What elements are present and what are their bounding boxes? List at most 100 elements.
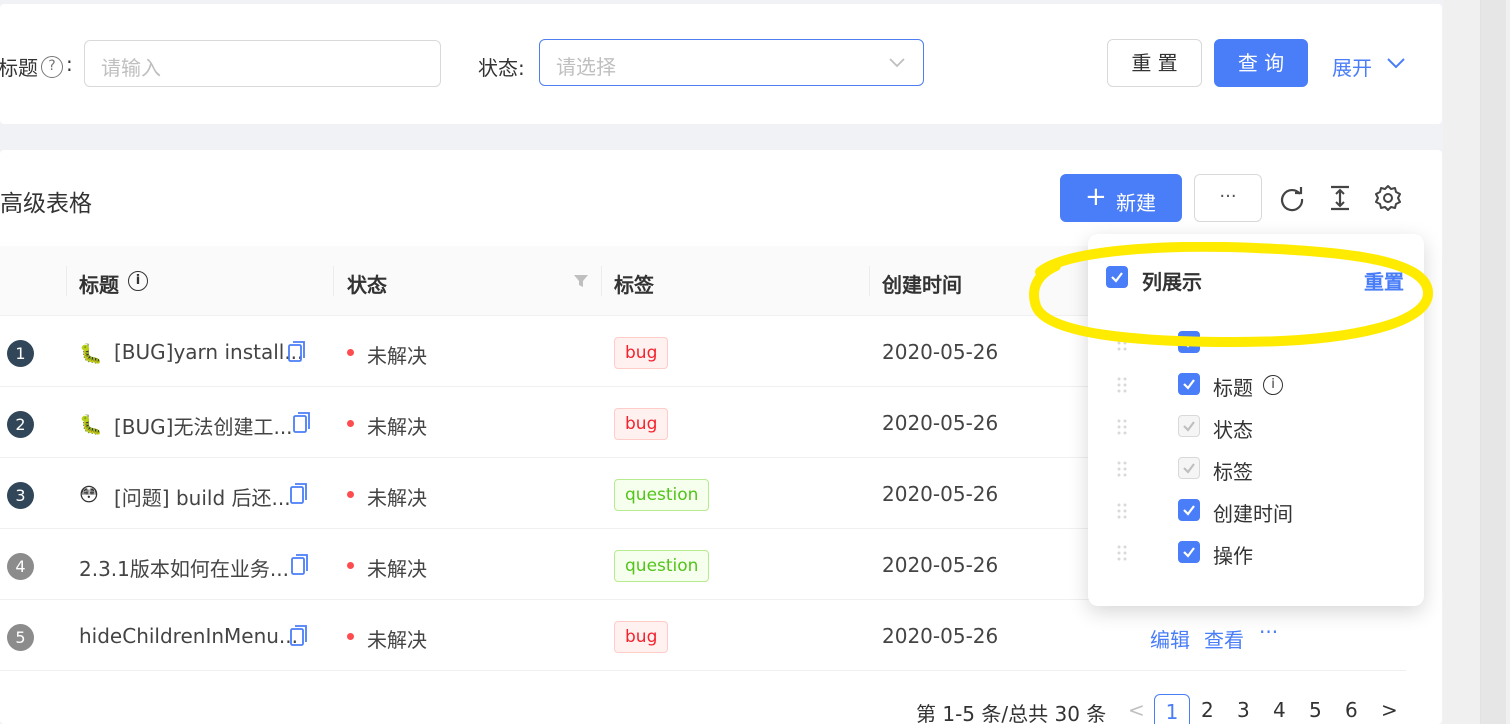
status-dot <box>347 562 354 569</box>
column-divider <box>601 266 602 296</box>
drag-handle-icon[interactable] <box>1116 544 1128 562</box>
column-header-title[interactable]: 标题 <box>79 269 119 298</box>
setting-gear-icon[interactable] <box>1374 184 1402 212</box>
copy-icon[interactable] <box>290 483 308 505</box>
column-divider <box>66 266 67 296</box>
drag-handle-icon[interactable] <box>1116 502 1128 520</box>
pagination-next[interactable]: > <box>1381 698 1398 722</box>
row-created-date: 2020-05-26 <box>882 340 999 364</box>
info-circle-icon: i <box>1263 375 1283 395</box>
column-checkbox[interactable] <box>1178 415 1200 437</box>
column-settings-popover: 列展示 重置 标题 i 状态 标签 创建时间 操作 <box>1088 234 1424 606</box>
copy-icon[interactable] <box>288 341 306 363</box>
row-more-link[interactable]: ··· <box>1259 620 1278 644</box>
row-title: 2.3.1版本如何在业务... <box>79 557 289 581</box>
column-label: 状态 <box>1213 418 1253 442</box>
status-dot <box>347 349 354 356</box>
question-circle-icon: ? <box>41 56 63 78</box>
column-label: 标题 <box>1213 376 1253 400</box>
row-created-date: 2020-05-26 <box>882 411 999 435</box>
tag-badge: bug <box>614 337 669 369</box>
info-circle-icon: i <box>128 271 148 291</box>
pagination-page-current[interactable]: 1 <box>1154 694 1190 724</box>
column-height-icon[interactable] <box>1326 184 1354 212</box>
column-checkbox[interactable] <box>1178 457 1200 479</box>
chevron-down-icon[interactable] <box>1385 56 1407 72</box>
pagination-prev[interactable]: < <box>1128 698 1145 722</box>
tag-badge: bug <box>614 408 669 440</box>
flushed-face-emoji-icon: 😳 <box>79 484 99 506</box>
column-label: 创建时间 <box>1213 502 1293 526</box>
filter-icon[interactable] <box>572 272 590 290</box>
copy-icon[interactable] <box>293 412 311 434</box>
row-index-badge: 5 <box>7 624 34 651</box>
status-dot <box>347 491 354 498</box>
row-title: [BUG]无法创建工... <box>114 415 293 439</box>
column-label: 操作 <box>1213 544 1253 568</box>
drag-handle-icon[interactable] <box>1116 376 1128 394</box>
column-header-tag[interactable]: 标签 <box>614 269 654 298</box>
row-status: 未解决 <box>367 486 427 510</box>
row-status: 未解决 <box>367 344 427 368</box>
column-settings-reset[interactable]: 重置 <box>1364 266 1404 295</box>
row-status: 未解决 <box>367 628 427 652</box>
title-filter-colon: : <box>66 52 73 76</box>
view-link[interactable]: 查看 <box>1204 624 1244 653</box>
column-header-status[interactable]: 状态 <box>347 269 387 298</box>
tag-badge: question <box>614 550 710 582</box>
copy-icon[interactable] <box>290 625 308 647</box>
table-row: 5 hideChildrenInMenu... 未解决 bug 2020-05-… <box>0 600 1406 671</box>
column-checkbox[interactable] <box>1178 331 1200 353</box>
pagination-page[interactable]: 6 <box>1345 698 1358 722</box>
column-checkbox[interactable] <box>1178 499 1200 521</box>
expand-link[interactable]: 展开 <box>1332 52 1372 81</box>
column-checkbox[interactable] <box>1178 373 1200 395</box>
more-button[interactable]: ··· <box>1194 174 1262 222</box>
reload-icon[interactable] <box>1278 184 1306 212</box>
caterpillar-emoji-icon: 🐛 <box>79 343 103 365</box>
row-title: hideChildrenInMenu... <box>79 624 299 648</box>
copy-icon[interactable] <box>291 554 309 576</box>
chevron-down-icon <box>889 58 905 68</box>
row-created-date: 2020-05-26 <box>882 482 999 506</box>
pagination-page[interactable]: 3 <box>1237 698 1250 722</box>
row-status: 未解决 <box>367 557 427 581</box>
row-status: 未解决 <box>367 415 427 439</box>
row-index-badge: 2 <box>7 411 34 438</box>
title-filter-input[interactable]: 请输入 <box>84 40 441 87</box>
new-button[interactable]: + 新建 <box>1060 174 1182 222</box>
pagination-page[interactable]: 2 <box>1201 698 1214 722</box>
column-checkbox[interactable] <box>1178 541 1200 563</box>
pagination-summary: 第 1-5 条/总共 30 条 <box>916 702 1107 724</box>
row-created-date: 2020-05-26 <box>882 624 999 648</box>
edit-link[interactable]: 编辑 <box>1150 624 1190 653</box>
new-button-label: 新建 <box>1116 191 1156 215</box>
title-filter-label: 标题 <box>0 56 38 80</box>
drag-handle-icon[interactable] <box>1116 418 1128 436</box>
column-divider <box>869 266 870 296</box>
pagination-page[interactable]: 4 <box>1273 698 1286 722</box>
drag-handle-icon[interactable] <box>1116 460 1128 478</box>
row-created-date: 2020-05-26 <box>882 553 999 577</box>
scrollbar-track[interactable] <box>1480 0 1506 724</box>
row-index-badge: 4 <box>7 553 34 580</box>
search-form: 标题 ? : 请输入 状态: 请选择 重 置 查 询 展开 <box>0 4 1442 124</box>
column-divider <box>333 266 334 296</box>
row-title: [问题] build 后还... <box>114 486 291 510</box>
tag-badge: bug <box>614 621 669 653</box>
select-all-checkbox[interactable] <box>1106 266 1128 288</box>
row-title: [BUG]yarn install... <box>114 340 304 364</box>
column-label: 标签 <box>1213 460 1253 484</box>
status-filter-select[interactable]: 请选择 <box>539 39 924 86</box>
column-header-created[interactable]: 创建时间 <box>882 269 962 298</box>
status-dot <box>347 633 354 640</box>
query-button[interactable]: 查 询 <box>1214 39 1308 87</box>
drag-handle-icon[interactable] <box>1116 334 1128 352</box>
table-title: 高级表格 <box>0 191 92 217</box>
caterpillar-emoji-icon: 🐛 <box>79 414 103 436</box>
status-dot <box>347 420 354 427</box>
pagination-page[interactable]: 5 <box>1309 698 1322 722</box>
column-settings-title: 列展示 <box>1142 270 1202 294</box>
reset-button[interactable]: 重 置 <box>1107 39 1202 87</box>
plus-icon: + <box>1085 182 1107 212</box>
